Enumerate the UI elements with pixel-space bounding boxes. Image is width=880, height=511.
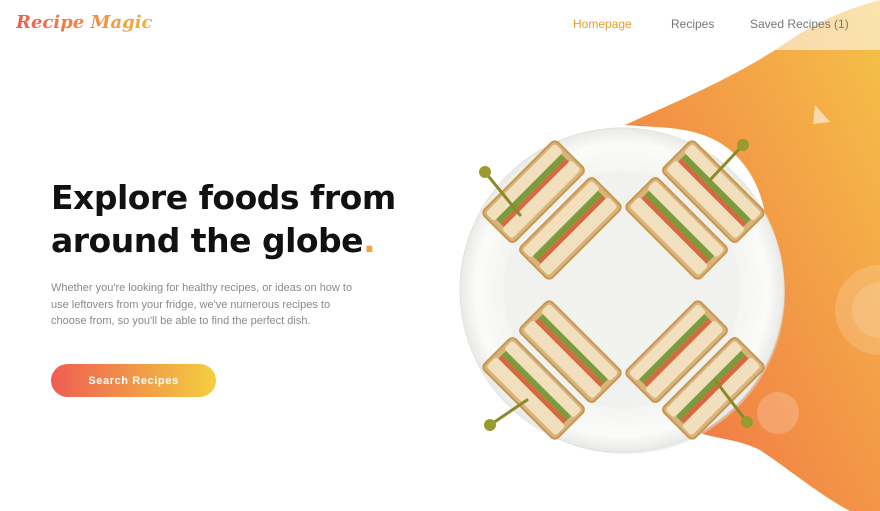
brand-logo[interactable]: Recipe Magic: [16, 12, 153, 33]
sandwich-plate-image: [459, 127, 785, 454]
title-accent-dot: .: [363, 221, 376, 260]
hero-description: Whether you're looking for healthy recip…: [51, 282, 353, 327]
hero-title-line-1: Explore foods from: [51, 178, 396, 217]
nav-homepage[interactable]: Homepage: [573, 17, 632, 31]
hero-title-line-2: around the globe: [51, 221, 364, 260]
nav-recipes[interactable]: Recipes: [671, 17, 714, 31]
search-recipes-button[interactable]: Search Recipes: [51, 364, 216, 397]
hero-title: Explore foods from around the globe.: [51, 176, 396, 262]
top-navbar: Recipe Magic Homepage Recipes Saved Reci…: [0, 0, 880, 50]
nav-saved-recipes[interactable]: Saved Recipes (1): [750, 17, 849, 31]
